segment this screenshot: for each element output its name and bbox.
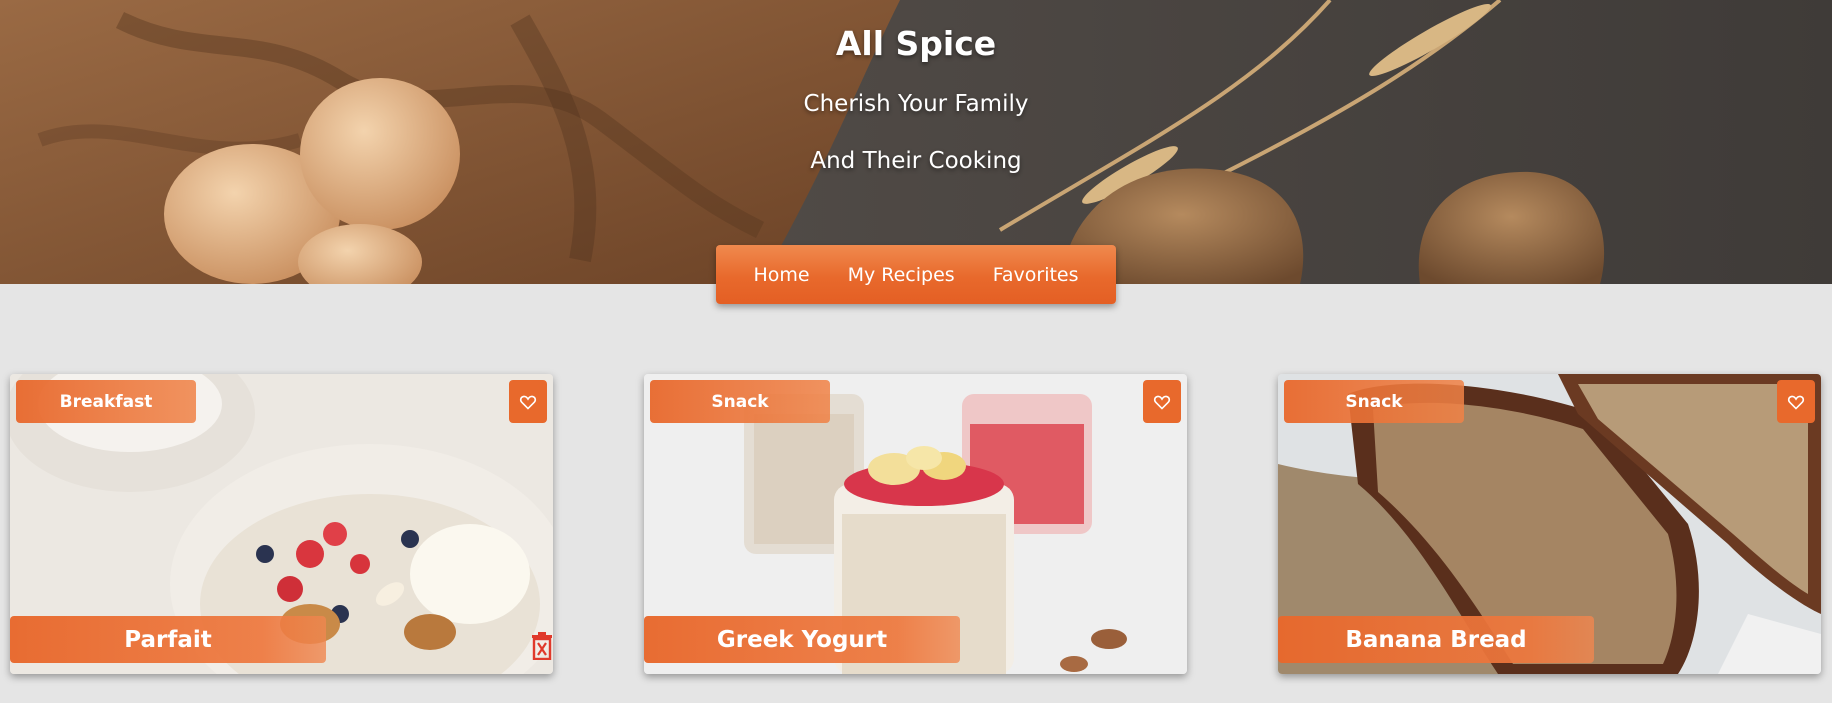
heart-outline-icon bbox=[1153, 395, 1171, 410]
favorite-button[interactable] bbox=[509, 380, 547, 423]
delete-button[interactable] bbox=[531, 632, 553, 661]
nav-my-recipes-link[interactable]: My Recipes bbox=[848, 264, 955, 286]
tagline-line-1: Cherish Your Family bbox=[803, 91, 1029, 117]
trash-icon bbox=[532, 632, 552, 661]
recipe-card[interactable]: Snack Banana Bread bbox=[1278, 374, 1821, 674]
category-tag: Snack bbox=[1284, 380, 1464, 423]
heart-outline-icon bbox=[519, 395, 537, 410]
category-tag: Snack bbox=[650, 380, 830, 423]
favorite-button[interactable] bbox=[1143, 380, 1181, 423]
nav-home-link[interactable]: Home bbox=[753, 264, 809, 286]
favorite-button[interactable] bbox=[1777, 380, 1815, 423]
site-title: All Spice bbox=[835, 24, 997, 63]
recipe-card[interactable]: Snack Greek Yogurt bbox=[644, 374, 1187, 674]
main-nav: Home My Recipes Favorites bbox=[716, 245, 1116, 304]
tagline-line-2: And Their Cooking bbox=[810, 148, 1022, 174]
recipe-card[interactable]: Breakfast Parfait bbox=[10, 374, 553, 674]
heart-outline-icon bbox=[1787, 395, 1805, 410]
recipe-title: Banana Bread bbox=[1278, 616, 1594, 663]
nav-favorites-link[interactable]: Favorites bbox=[993, 264, 1079, 286]
hero-banner: All Spice Cherish Your Family And Their … bbox=[0, 0, 1832, 284]
category-tag: Breakfast bbox=[16, 380, 196, 423]
recipe-title: Greek Yogurt bbox=[644, 616, 960, 663]
recipe-title: Parfait bbox=[10, 616, 326, 663]
